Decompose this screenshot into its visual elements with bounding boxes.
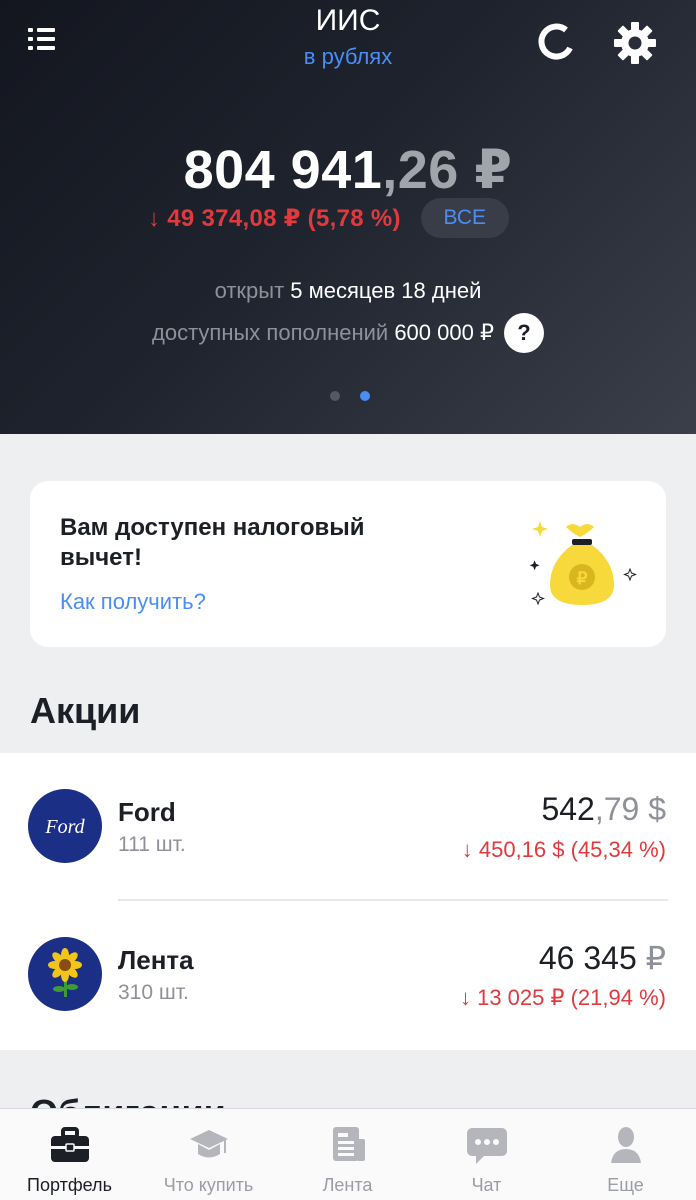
tab-label: Еще [607,1175,644,1195]
opened-value: 5 месяцев 18 дней [290,278,482,303]
tab-more[interactable]: Еще [556,1109,695,1200]
money-bag-icon: ₽ [529,521,637,606]
ford-logo: Ford [28,789,102,863]
total-currency: ₽ [458,140,513,200]
list-item-lenta[interactable]: Лента 310 шт. 46 345 ₽ ↓ 13 025 ₽ (21,94… [0,901,696,1049]
portfolio-header: ИИС в рублях 804 941,26 ₽ ↓ 49 374,08 ₽ … [0,0,696,434]
page-dot[interactable] [330,391,340,401]
graduation-cap-icon [189,1130,228,1158]
svg-text:Ford: Ford [44,816,85,838]
sunflower-logo [28,937,102,1011]
value-fraction: ,79 $ [594,791,666,827]
opened-label: открыт [214,278,285,303]
news-icon [332,1127,365,1161]
stock-change: ↓ 450,16 $ (45,34 %) [461,837,666,862]
available-deposits-info: доступных пополнений 600 000 ₽ ? [0,313,696,353]
tab-label: Портфель [27,1175,112,1195]
tab-label: Лента [322,1175,373,1195]
stock-name: Лента [118,945,194,975]
stock-quantity: 310 шт. [118,981,189,1004]
tab-chat[interactable]: Чат [417,1109,556,1200]
deposits-label: доступных пополнений [152,320,389,345]
total-fraction: ,26 [382,140,459,200]
briefcase-icon [50,1127,89,1162]
value-fraction: ₽ [636,940,666,976]
total-change: ↓ 49 374,08 ₽ (5,78 %) [148,204,401,232]
stocks-section-title: Акции [30,690,141,731]
all-period-button[interactable]: ВСЕ [420,198,509,238]
tab-portfolio[interactable]: Портфель [0,1109,139,1200]
deposits-value: 600 000 ₽ [394,320,494,345]
tab-label: Что купить [163,1175,254,1195]
account-opened-info: открыт 5 месяцев 18 дней [0,278,696,304]
tax-deduction-card[interactable]: Вам доступен налоговый вычет! Как получи… [30,481,666,647]
help-icon[interactable]: ? [503,313,544,353]
account-title[interactable]: ИИС [0,4,696,38]
how-to-get-link[interactable]: Как получить? [60,589,206,615]
stock-value: 542,79 $ [541,791,666,828]
tax-deduction-title: Вам доступен налоговый вычет! [60,514,365,571]
total-change-row: ↓ 49 374,08 ₽ (5,78 %) ВСЕ [148,196,509,240]
gear-icon[interactable] [612,20,658,66]
portfolio-total-value: 804 941,26 ₽ [0,138,696,201]
stock-change: ↓ 13 025 ₽ (21,94 %) [459,985,666,1010]
bottom-tab-bar: Портфель Что купить Лента Чат Еще [0,1108,696,1200]
list-item-ford[interactable]: Ford Ford 111 шт. 542,79 $ ↓ 450,16 $ (4… [0,753,696,901]
tab-what-to-buy[interactable]: Что купить [139,1109,278,1200]
value-integer: 46 345 [538,940,637,976]
stocks-list: Ford Ford 111 шт. 542,79 $ ↓ 450,16 $ (4… [0,753,696,1050]
chat-icon [466,1128,507,1164]
svg-text:₽: ₽ [577,569,588,588]
total-integer: 804 941 [183,140,383,200]
person-icon [610,1127,641,1163]
stock-value: 46 345 ₽ [539,939,666,977]
value-integer: 542 [541,791,595,827]
stock-quantity: 111 шт. [118,833,186,856]
page-dot-active[interactable] [360,391,370,401]
stock-name: Ford [118,797,176,827]
tab-label: Чат [471,1175,502,1195]
page-indicator[interactable] [330,391,370,401]
tab-feed[interactable]: Лента [278,1109,417,1200]
refresh-icon[interactable] [536,22,576,62]
currency-selector[interactable]: в рублях [0,44,696,70]
